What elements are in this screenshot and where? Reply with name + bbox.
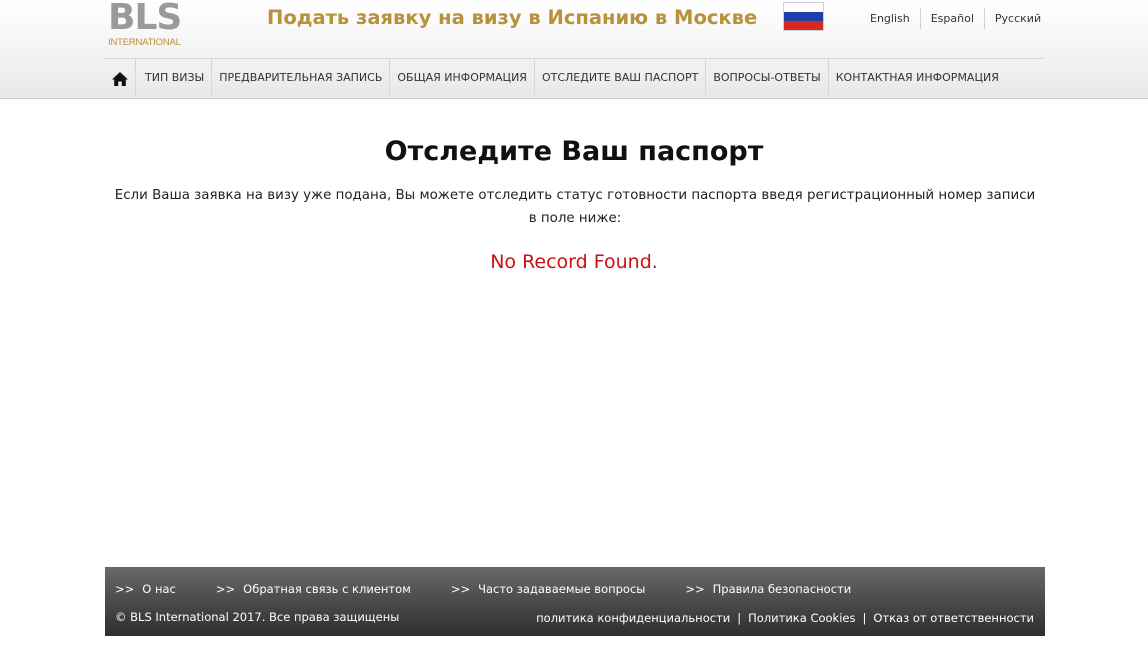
- nav-item-general-info[interactable]: ОБЩАЯ ИНФОРМАЦИЯ: [390, 59, 535, 95]
- lang-russian-link[interactable]: Русский: [983, 8, 1051, 29]
- russia-flag-icon: [783, 2, 824, 31]
- footer-link-about[interactable]: >> О нас: [115, 582, 176, 596]
- intro-line-1: Если Ваша заявка на визу уже подана, Вы …: [114, 188, 1036, 203]
- footer-link-arrows: >>: [450, 582, 471, 596]
- nav-item-track-passport[interactable]: ОТСЛЕДИТЕ ВАШ ПАСПОРТ: [535, 59, 707, 95]
- footer-links: >> О нас >> Обратная связь с клиентом >> Ча…: [115, 582, 891, 596]
- lang-espanol-link[interactable]: Español: [919, 8, 984, 29]
- footer-link-arrows: >>: [215, 582, 236, 596]
- site-footer: >> О нас >> Обратная связь с клиентом >> Ча…: [105, 567, 1045, 636]
- footer-link-security[interactable]: >> Правила безопасности: [685, 582, 851, 596]
- nav-item-visa-type[interactable]: ТИП ВИЗЫ: [136, 59, 213, 95]
- nav-home[interactable]: [105, 59, 136, 95]
- footer-link-label: Часто задаваемые вопросы: [478, 582, 646, 596]
- page-title: Отследите Ваш паспорт: [384, 136, 764, 167]
- footer-link-faq[interactable]: >> Часто задаваемые вопросы: [451, 582, 646, 596]
- nav-item-appointment[interactable]: ПРЕДВАРИТЕЛЬНАЯ ЗАПИСЬ: [212, 59, 391, 95]
- lang-english-link[interactable]: English: [860, 8, 920, 29]
- status-message: No Record Found.: [490, 251, 658, 273]
- copyright-text: © BLS International 2017. Все права защи…: [115, 610, 400, 624]
- cookies-policy-link[interactable]: Политика Cookies: [748, 611, 855, 625]
- main-nav: ТИП ВИЗЫ ПРЕДВАРИТЕЛЬНАЯ ЗАПИСЬ ОБЩАЯ ИН…: [105, 58, 1045, 95]
- footer-link-label: Правила безопасности: [712, 582, 852, 596]
- nav-item-contact[interactable]: КОНТАКТНАЯ ИНФОРМАЦИЯ: [829, 59, 1006, 95]
- footer-link-label: О нас: [142, 582, 176, 596]
- policy-links: политика конфиденциальности | Политика C…: [536, 611, 1034, 625]
- site-header: BLS INTERNATIONAL Подать заявку на визу …: [0, 0, 1148, 99]
- site-title: Подать заявку на визу в Испанию в Москве: [267, 6, 758, 29]
- bls-logo[interactable]: BLS INTERNATIONAL: [106, 0, 192, 50]
- home-icon: [112, 72, 128, 86]
- footer-link-label: Обратная связь с клиентом: [243, 582, 411, 596]
- intro-text: Если Ваша заявка на визу уже подана, Вы …: [100, 184, 1050, 230]
- footer-link-arrows: >>: [685, 582, 705, 596]
- logo-subtitle: INTERNATIONAL: [108, 37, 181, 48]
- footer-link-feedback[interactable]: >> Обратная связь с клиентом: [216, 582, 411, 596]
- footer-link-arrows: >>: [115, 582, 135, 596]
- language-switcher: English Español Русский: [860, 8, 1051, 29]
- policy-separator: |: [737, 611, 742, 625]
- intro-line-2: в поле ниже:: [528, 211, 622, 226]
- privacy-policy-link[interactable]: политика конфиденциальности: [536, 611, 730, 625]
- nav-item-faq[interactable]: ВОПРОСЫ-ОТВЕТЫ: [706, 59, 829, 95]
- logo-letters: BLS: [108, 0, 182, 38]
- disclaimer-link[interactable]: Отказ от ответственности: [873, 611, 1034, 625]
- policy-separator: |: [862, 611, 867, 625]
